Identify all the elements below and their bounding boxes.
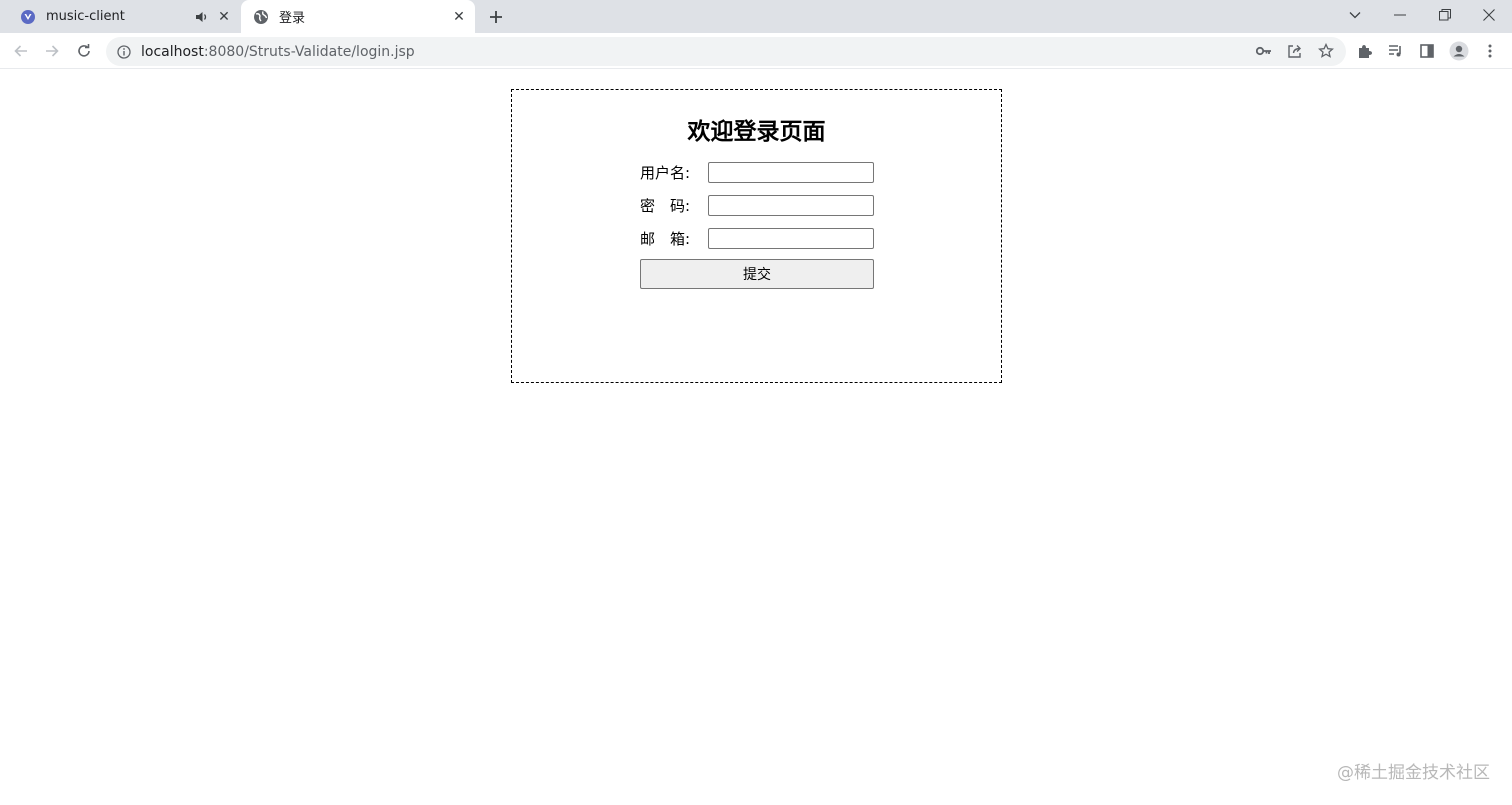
speaker-icon[interactable] [194, 9, 210, 25]
vue-icon [20, 9, 36, 25]
media-queue-icon[interactable] [1384, 39, 1408, 63]
share-icon[interactable] [1283, 39, 1307, 63]
password-label: 密 码: [640, 196, 691, 215]
side-panel-icon[interactable] [1415, 39, 1439, 63]
back-arrow-icon[interactable] [9, 39, 33, 63]
minimize-icon[interactable] [1377, 0, 1423, 30]
tab-close-icon[interactable]: ✕ [451, 9, 467, 25]
tab-login[interactable]: 登录 ✕ [241, 0, 475, 33]
bookmark-star-icon[interactable] [1314, 39, 1338, 63]
password-input[interactable] [708, 194, 874, 216]
url-path: :8080/Struts-Validate/login.jsp [203, 43, 415, 60]
email-input[interactable] [708, 227, 874, 249]
page-content: 欢迎登录页面 用户名: 密 码: 邮 箱: 提交 @稀土掘金技术社区 [0, 70, 1512, 805]
forward-arrow-icon[interactable] [40, 39, 64, 63]
menu-kebab-icon[interactable] [1478, 39, 1502, 63]
new-tab-plus-icon[interactable] [486, 7, 506, 27]
globe-icon [253, 9, 269, 25]
page-title: 欢迎登录页面 [687, 119, 826, 145]
watermark: @稀土掘金技术社区 [1337, 763, 1490, 783]
tab-search-chevron-down-icon[interactable] [1332, 0, 1378, 30]
tab-title: music-client [46, 9, 125, 24]
username-input[interactable] [708, 161, 874, 183]
reload-icon[interactable] [72, 39, 96, 63]
extensions-puzzle-icon[interactable] [1353, 39, 1377, 63]
password-row: 密 码: [640, 194, 874, 216]
restore-icon[interactable] [1422, 0, 1468, 30]
close-window-icon[interactable] [1466, 0, 1512, 30]
site-info-icon[interactable] [116, 44, 132, 60]
login-form-box: 欢迎登录页面 用户名: 密 码: 邮 箱: 提交 [511, 89, 1002, 383]
profile-avatar-icon[interactable] [1447, 39, 1471, 63]
email-label: 邮 箱: [640, 229, 691, 248]
email-row: 邮 箱: [640, 227, 874, 249]
tab-close-icon[interactable]: ✕ [216, 9, 232, 25]
key-icon[interactable] [1252, 39, 1276, 63]
username-label: 用户名: [640, 163, 691, 182]
address-url: localhost:8080/Struts-Validate/login.jsp [141, 44, 415, 60]
tab-music-client[interactable]: music-client ✕ [8, 0, 240, 33]
url-host: localhost [141, 43, 204, 60]
address-bar[interactable]: localhost:8080/Struts-Validate/login.jsp [106, 37, 1346, 66]
username-row: 用户名: [640, 161, 874, 183]
browser-tab-strip: music-client ✕ 登录 ✕ [0, 0, 1512, 33]
tab-title: 登录 [279, 11, 306, 26]
browser-toolbar: localhost:8080/Struts-Validate/login.jsp [0, 33, 1512, 69]
submit-button[interactable]: 提交 [640, 259, 874, 289]
